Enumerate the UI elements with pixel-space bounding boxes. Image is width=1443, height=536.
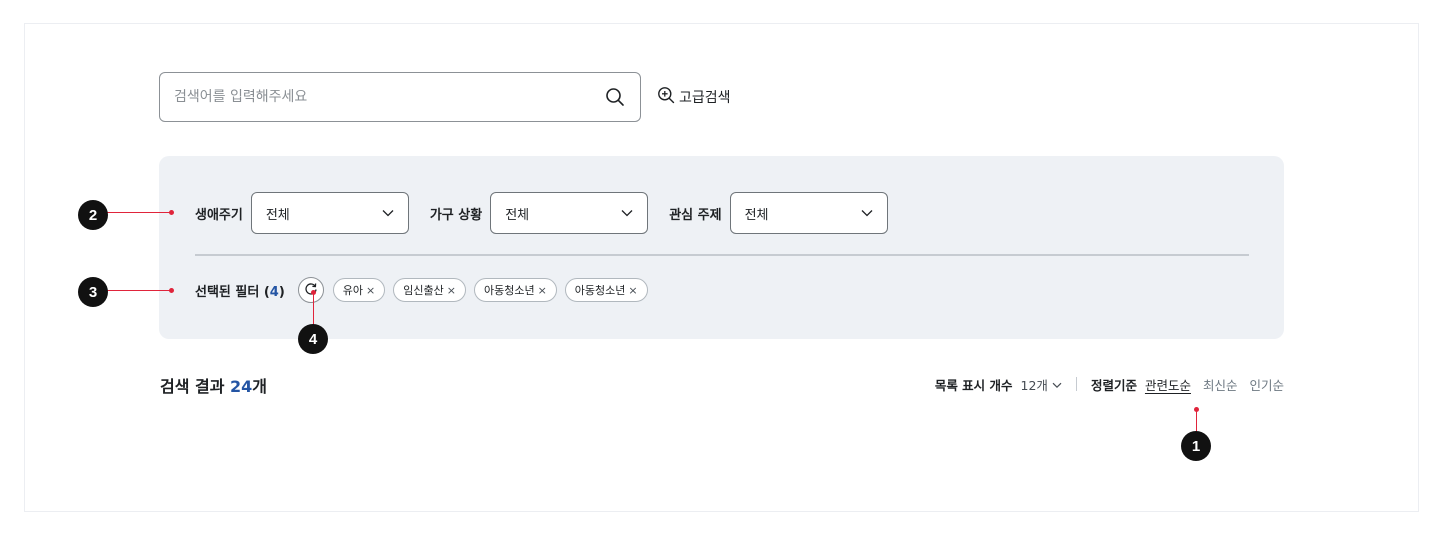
filter-chip[interactable]: 아동청소년 ×	[564, 278, 648, 302]
list-count-label: 목록 표시 개수	[934, 377, 1013, 393]
chevron-down-icon	[861, 206, 873, 221]
filter-divider	[195, 254, 1249, 256]
filter-chip[interactable]: 임신출산 ×	[393, 278, 466, 302]
result-count: 24	[230, 377, 253, 396]
annotation-line	[313, 293, 314, 327]
filter-chip-label: 아동청소년	[574, 284, 626, 297]
advanced-search-label: 고급검색	[679, 90, 731, 106]
filter-panel: 생애주기 전체 가구 상황 전체 관심 주제 전체 선택된 필터 (4) 유아 ×…	[159, 156, 1284, 339]
search-input[interactable]	[174, 89, 604, 105]
annotation-dot	[311, 290, 316, 295]
list-count-value: 12개	[1020, 377, 1048, 393]
annotation-badge-2: 2	[78, 200, 108, 230]
annotation-badge-1: 1	[1181, 431, 1211, 461]
sort-popular[interactable]: 인기순	[1249, 375, 1284, 394]
annotation-line	[1196, 410, 1197, 432]
household-label: 가구 상황	[429, 207, 483, 223]
topic-select[interactable]: 전체	[729, 192, 888, 234]
search-field[interactable]	[159, 72, 641, 122]
topic-label: 관심 주제	[669, 207, 722, 223]
advanced-search-button[interactable]: 고급검색	[657, 86, 731, 108]
chevron-down-icon	[621, 206, 633, 221]
annotation-line	[107, 290, 172, 291]
close-icon[interactable]: ×	[366, 284, 375, 297]
zoom-in-icon	[657, 86, 675, 108]
filter-row: 생애주기 전체 가구 상황 전체 관심 주제 전체	[195, 192, 909, 234]
sort-latest[interactable]: 최신순	[1203, 375, 1238, 394]
list-count-select[interactable]: 12개	[1021, 375, 1062, 394]
filter-chip-label: 임신출산	[403, 284, 444, 297]
close-icon[interactable]: ×	[447, 284, 456, 297]
selected-filters-count: 4	[269, 284, 279, 300]
close-icon[interactable]: ×	[538, 284, 547, 297]
selected-filters-label: 선택된 필터 (4)	[195, 281, 285, 300]
annotation-dot	[169, 210, 174, 215]
annotation-badge-4: 4	[298, 324, 328, 354]
lifecycle-select-value: 전체	[265, 207, 290, 223]
annotation-dot	[169, 288, 174, 293]
annotation-badge-3: 3	[78, 277, 108, 307]
search-icon[interactable]	[604, 86, 626, 108]
lifecycle-select[interactable]: 전체	[250, 192, 409, 234]
annotation-dot	[1194, 407, 1199, 412]
chevron-down-icon	[382, 206, 394, 221]
selected-filters-row: 선택된 필터 (4) 유아 × 임신출산 × 아동청소년 × 아동청소년 ×	[195, 277, 656, 303]
close-icon[interactable]: ×	[628, 284, 637, 297]
sort-relevance[interactable]: 관련도순	[1145, 375, 1191, 394]
sort-label: 정렬기준	[1090, 377, 1137, 393]
chevron-down-icon	[1052, 377, 1062, 392]
filter-chip-label: 아동청소년	[483, 284, 535, 297]
list-controls: 목록 표시 개수 12개 정렬기준 관련도순 최신순 인기순	[935, 374, 1284, 394]
filter-chip[interactable]: 유아 ×	[332, 278, 386, 302]
lifecycle-label: 생애주기	[195, 207, 243, 223]
selected-filters-label-text: 선택된 필터 (	[195, 284, 270, 300]
selected-filters-label-end: )	[278, 284, 285, 300]
result-title: 검색 결과 24개	[160, 373, 267, 397]
result-suffix: 개	[252, 377, 268, 396]
filter-chip[interactable]: 아동청소년 ×	[473, 278, 557, 302]
divider	[1075, 377, 1077, 391]
result-prefix: 검색 결과	[160, 377, 231, 396]
household-select-value: 전체	[505, 207, 530, 223]
filter-chip-label: 유아	[342, 284, 364, 297]
annotation-line	[107, 212, 172, 213]
household-select[interactable]: 전체	[490, 192, 649, 234]
topic-select-value: 전체	[744, 207, 769, 223]
